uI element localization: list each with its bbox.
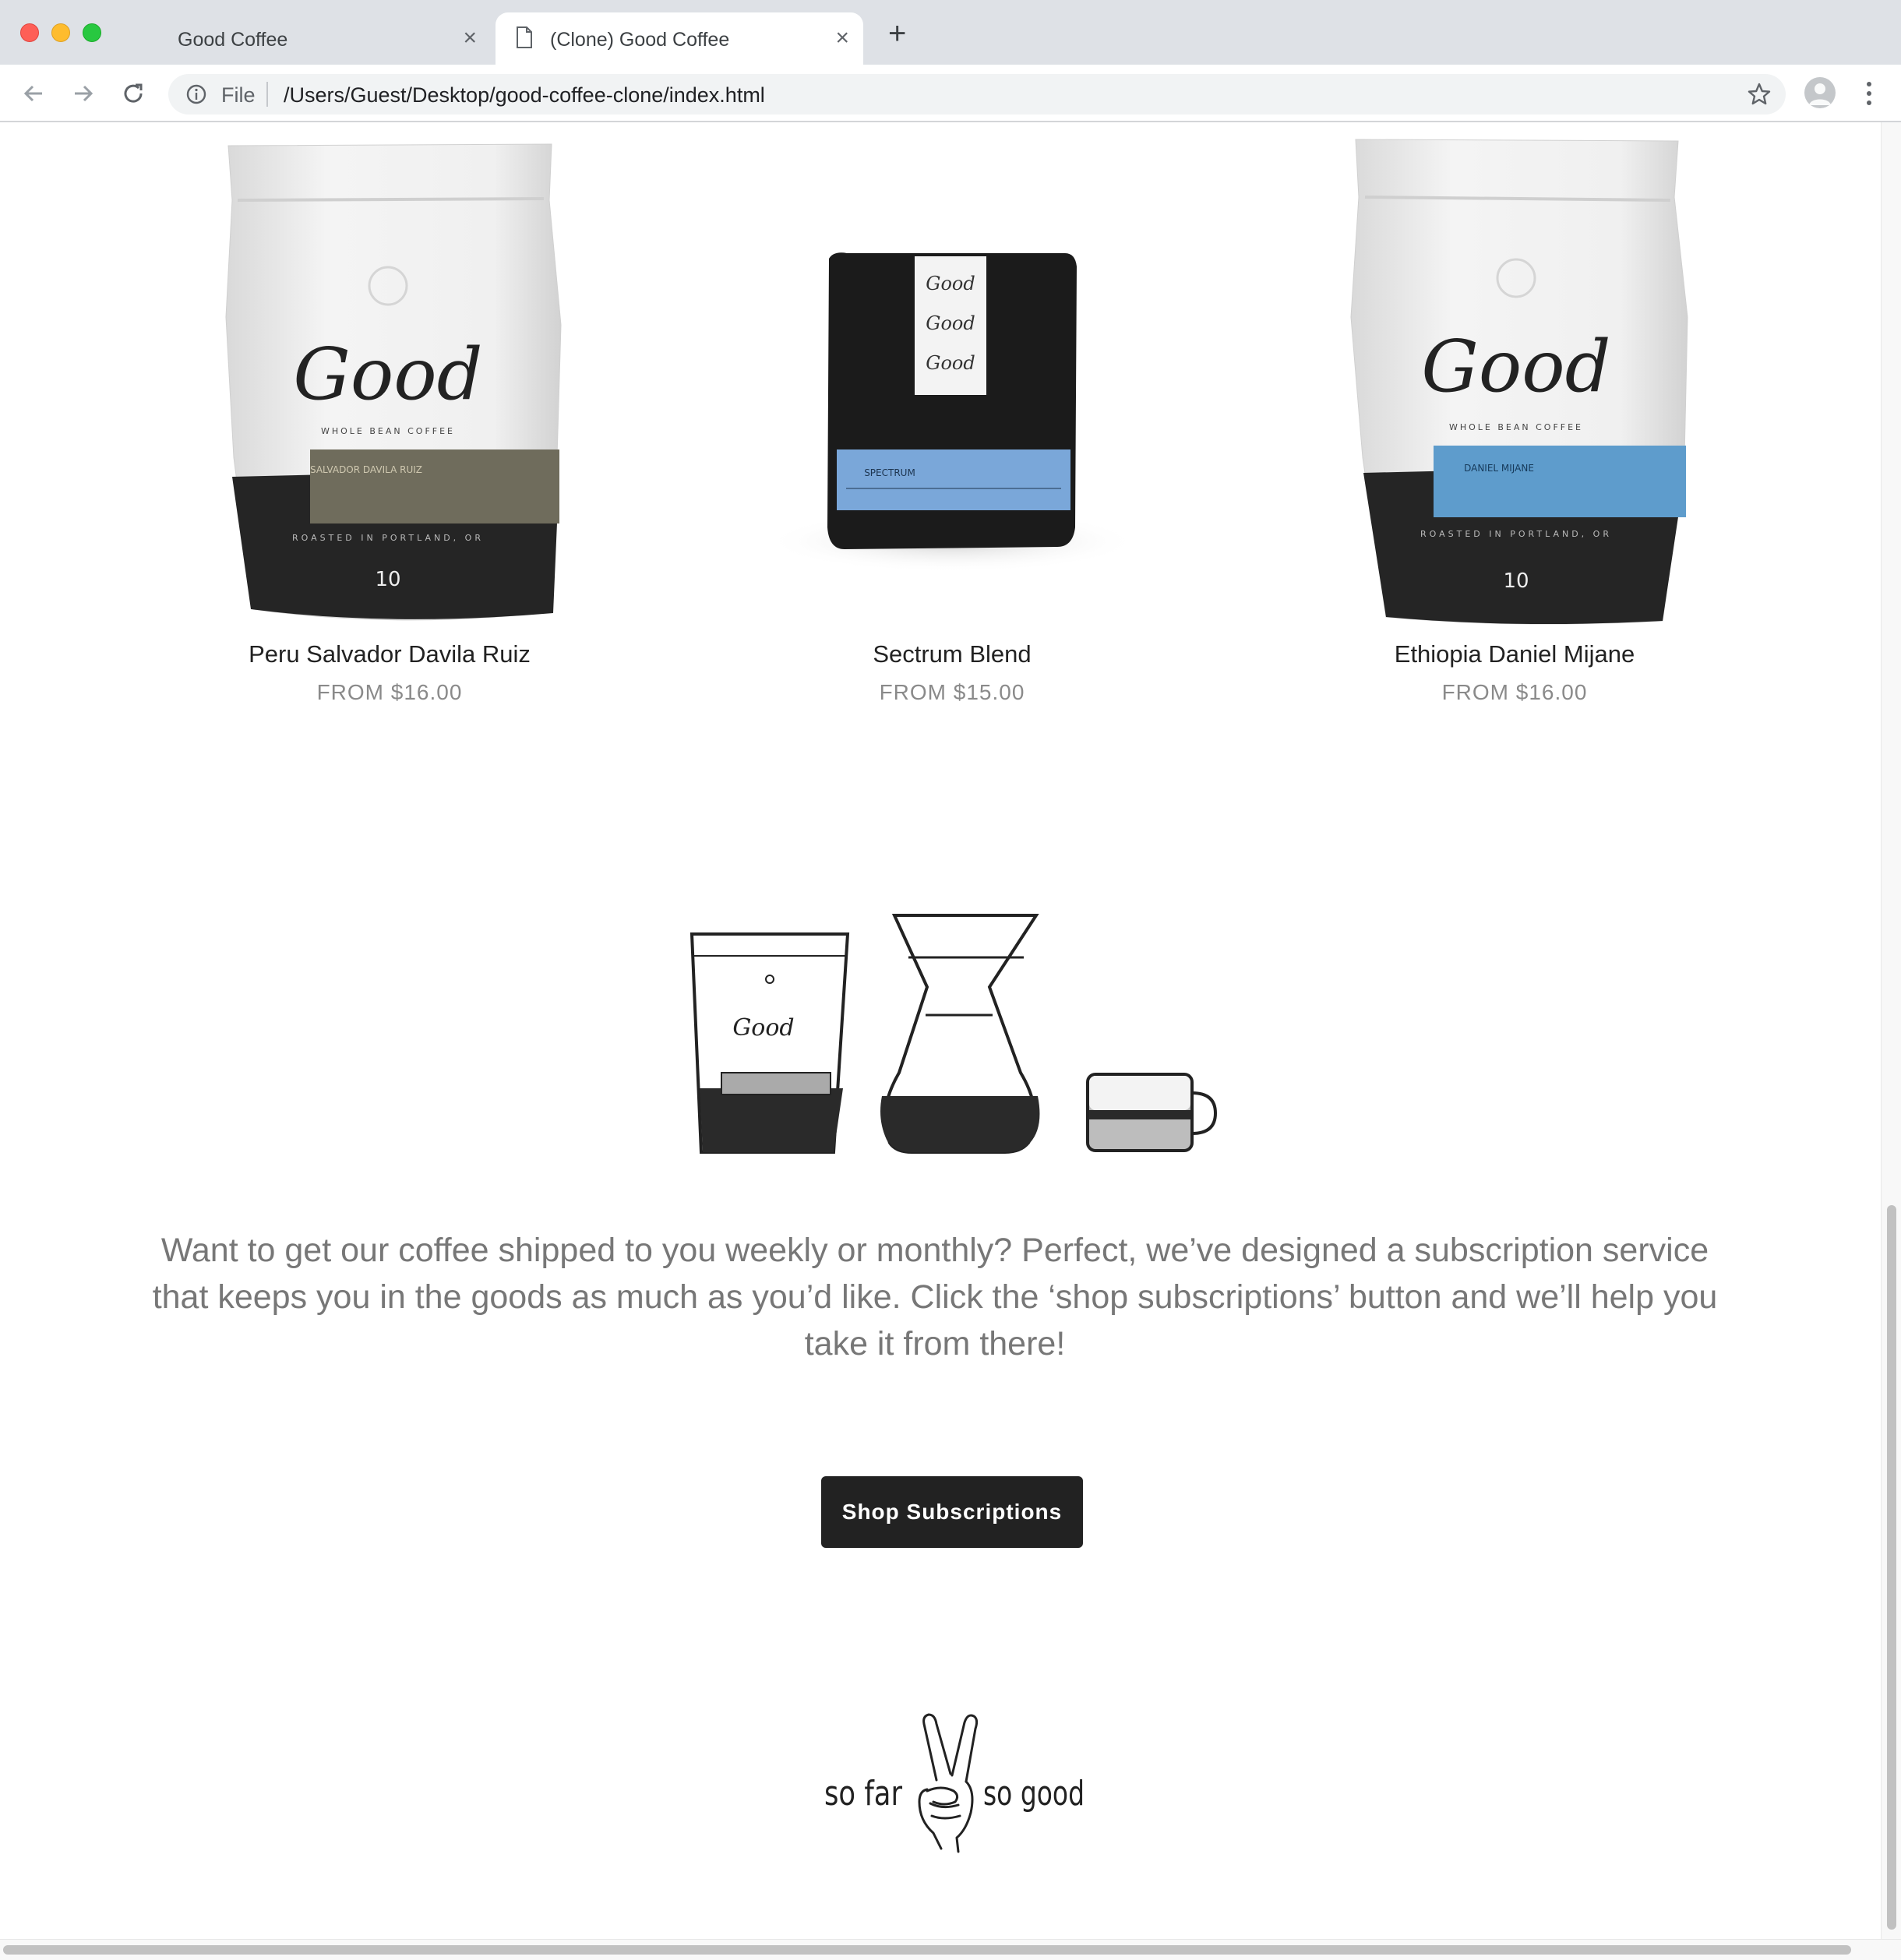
bag-logo-text: Good bbox=[926, 312, 975, 334]
tab-title: (Clone) Good Coffee bbox=[550, 29, 730, 51]
bag-weight-text: 10 bbox=[1503, 569, 1529, 593]
peace-sign-hand-icon bbox=[918, 1713, 979, 1853]
horizontal-scroll-thumb[interactable] bbox=[3, 1945, 1851, 1955]
bag-band-text: DANIEL MIJANE bbox=[1464, 463, 1534, 474]
forward-arrow-icon[interactable] bbox=[69, 79, 98, 108]
bag-band-text: SALVADOR DAVILA RUIZ bbox=[310, 464, 422, 475]
bag-subtitle: WHOLE BEAN COFFEE bbox=[1449, 422, 1583, 432]
coffee-bag-image[interactable]: Good Good Good SPECTRUM bbox=[664, 122, 1240, 636]
tab-bar: Good Coffee × (Clone) Good Coffee × + bbox=[0, 0, 1901, 65]
product-name[interactable]: Ethiopia Daniel Mijane bbox=[1226, 640, 1803, 668]
product-price: FROM $16.00 bbox=[316, 680, 463, 704]
horizontal-scrollbar[interactable] bbox=[0, 1939, 1901, 1960]
coffee-bag-image[interactable]: Good WHOLE BEAN COFFEE DANIEL MIJANE ROA… bbox=[1226, 122, 1803, 636]
product-name[interactable]: Peru Salvador Davila Ruiz bbox=[101, 640, 678, 668]
close-window-button[interactable] bbox=[20, 23, 39, 42]
omnibox-divider bbox=[266, 82, 268, 107]
info-icon[interactable] bbox=[185, 83, 207, 105]
product-name[interactable]: Sectrum Blend bbox=[664, 640, 1240, 668]
minimize-window-button[interactable] bbox=[51, 23, 70, 42]
scheme-label: File bbox=[221, 83, 256, 107]
reload-icon[interactable] bbox=[118, 79, 148, 108]
profile-avatar-icon[interactable] bbox=[1804, 77, 1836, 108]
bag-logo-text: Good bbox=[1421, 325, 1610, 408]
zoom-window-button[interactable] bbox=[83, 23, 101, 42]
bag-band-text: SPECTRUM bbox=[864, 467, 915, 478]
tab-title: Good Coffee bbox=[178, 29, 288, 51]
bag-weight-text: 10 bbox=[375, 568, 400, 591]
tab-close-icon[interactable]: × bbox=[463, 26, 477, 50]
page-viewport: Good WHOLE BEAN COFFEE SALVADOR DAVILA R… bbox=[0, 122, 1881, 1939]
coffee-bag-image[interactable]: Good WHOLE BEAN COFFEE SALVADOR DAVILA R… bbox=[101, 122, 678, 636]
new-tab-icon[interactable]: + bbox=[888, 18, 906, 49]
bag-logo-text: Good bbox=[926, 352, 975, 374]
so-far-so-good-logo: so far so good bbox=[824, 1713, 1085, 1853]
page-icon bbox=[517, 26, 532, 48]
browser-toolbar: File /Users/Guest/Desktop/good-coffee-cl… bbox=[0, 65, 1901, 122]
tab-good-coffee[interactable]: Good Coffee × bbox=[156, 12, 491, 65]
footer-text-left: so far bbox=[824, 1774, 903, 1814]
bag-logo-text: Good bbox=[926, 273, 975, 294]
illustration-bag-label: Good bbox=[732, 1014, 794, 1042]
footer-text-right: so good bbox=[983, 1774, 1085, 1814]
subscription-description: Want to get our coffee shipped to you we… bbox=[152, 1232, 1718, 1362]
bag-subtitle: WHOLE BEAN COFFEE bbox=[321, 426, 455, 436]
product-price: FROM $16.00 bbox=[1441, 680, 1588, 704]
brewing-illustration: Good bbox=[690, 914, 1218, 1154]
tab-clone-good-coffee[interactable]: (Clone) Good Coffee × bbox=[496, 12, 863, 65]
product-price: FROM $15.00 bbox=[879, 680, 1025, 704]
address-bar[interactable]: File /Users/Guest/Desktop/good-coffee-cl… bbox=[168, 74, 1786, 115]
bookmark-star-icon[interactable] bbox=[1747, 82, 1772, 107]
back-arrow-icon[interactable] bbox=[19, 79, 48, 108]
bag-logo-text: Good bbox=[293, 333, 482, 416]
bag-city-text: ROASTED IN PORTLAND, OR bbox=[1420, 529, 1612, 539]
url-text[interactable]: /Users/Guest/Desktop/good-coffee-clone/i… bbox=[284, 83, 765, 108]
shop-subscriptions-button[interactable]: Shop Subscriptions bbox=[821, 1476, 1083, 1548]
tab-close-icon[interactable]: × bbox=[835, 26, 849, 50]
menu-dots-icon[interactable] bbox=[1864, 80, 1875, 107]
bag-city-text: ROASTED IN PORTLAND, OR bbox=[292, 533, 484, 543]
vertical-scrollbar[interactable] bbox=[1881, 122, 1901, 1939]
vertical-scroll-thumb[interactable] bbox=[1887, 1205, 1896, 1930]
